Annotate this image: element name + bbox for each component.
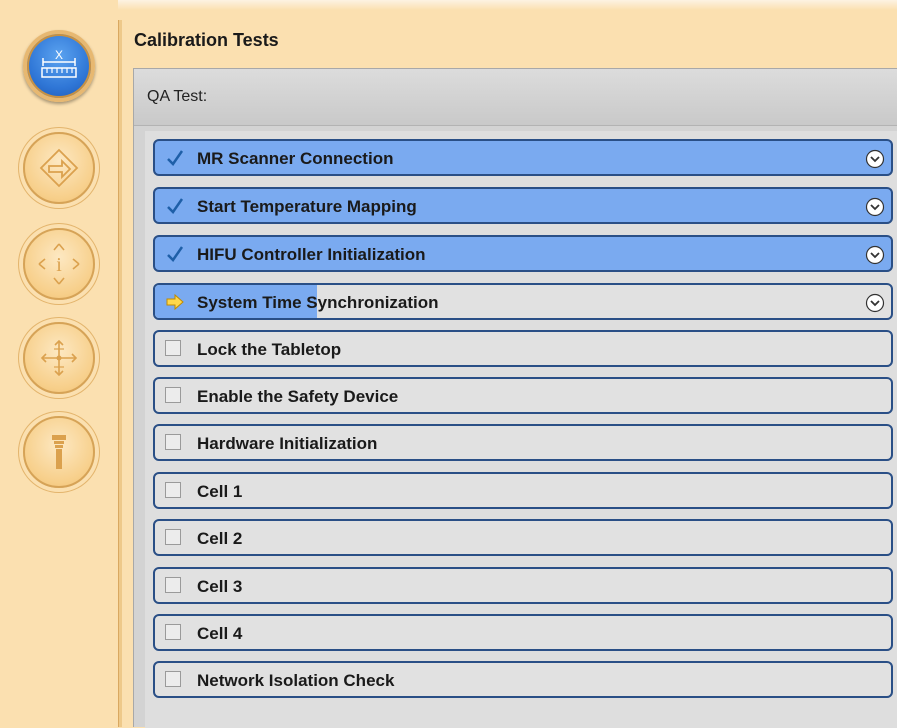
svg-text:X: X: [55, 48, 63, 62]
step-label: Cell 2: [197, 529, 243, 548]
checkbox-icon: [165, 482, 181, 498]
panel-header: QA Test:: [134, 69, 897, 126]
step-label: Enable the Safety Device: [197, 387, 399, 406]
left-rail: X i: [0, 0, 118, 727]
transducer-icon: [52, 435, 66, 469]
treatment-button[interactable]: [23, 132, 95, 204]
step-item[interactable]: Hardware Initialization: [153, 424, 893, 461]
step-label: MR Scanner Connection: [197, 149, 394, 168]
step-label: System Time Synchronization: [197, 293, 439, 312]
info-diamond-icon: i: [38, 243, 80, 285]
step-item[interactable]: Start Temperature Mapping: [153, 187, 893, 224]
arrow-diamond-icon: [39, 148, 79, 188]
crosshair-arrows-icon: [40, 339, 78, 377]
chevron-down-circle-icon[interactable]: [865, 293, 885, 313]
checkbox-icon: [165, 577, 181, 593]
step-item[interactable]: MR Scanner Connection: [153, 139, 893, 176]
ruler-x-icon: X: [41, 48, 77, 78]
step-item[interactable]: Network Isolation Check: [153, 661, 893, 698]
checkbox-icon: [165, 387, 181, 403]
step-item[interactable]: Cell 1: [153, 472, 893, 509]
step-label: HIFU Controller Initialization: [197, 245, 426, 264]
chevron-down-circle-icon[interactable]: [865, 245, 885, 265]
step-item[interactable]: HIFU Controller Initialization: [153, 235, 893, 272]
step-label: Cell 1: [197, 482, 243, 501]
rail-divider: [118, 20, 122, 727]
checkbox-icon: [165, 434, 181, 450]
chevron-down-circle-icon[interactable]: [865, 149, 885, 169]
checkmark-icon: [167, 198, 184, 214]
checkbox-icon: [165, 671, 181, 687]
step-label: Cell 4: [197, 624, 243, 643]
transducer-button[interactable]: [23, 416, 95, 488]
step-item[interactable]: Cell 4: [153, 614, 893, 651]
step-item[interactable]: Enable the Safety Device: [153, 377, 893, 414]
step-item[interactable]: Cell 3: [153, 567, 893, 604]
step-label: Lock the Tabletop: [197, 340, 342, 359]
step-label: Hardware Initialization: [197, 434, 378, 453]
positioning-button[interactable]: [23, 322, 95, 394]
step-item[interactable]: System Time Synchronization: [153, 283, 893, 320]
step-label: Network Isolation Check: [197, 671, 395, 690]
qa-test-panel: QA Test: MR Scanner Connection Start Tem…: [133, 68, 897, 728]
calibration-button[interactable]: X: [23, 30, 95, 102]
checkbox-icon: [165, 624, 181, 640]
svg-text:i: i: [56, 254, 62, 276]
step-label: Cell 3: [197, 577, 243, 596]
step-item[interactable]: Lock the Tabletop: [153, 330, 893, 367]
page-title: Calibration Tests: [134, 30, 279, 50]
panel-header-label: QA Test:: [147, 88, 208, 105]
arrow-right-icon: [166, 293, 184, 311]
checkmark-icon: [167, 246, 184, 262]
step-list: MR Scanner Connection Start Temperature …: [145, 131, 897, 728]
chevron-down-circle-icon[interactable]: [865, 197, 885, 217]
checkmark-icon: [167, 150, 184, 166]
top-strip: [0, 0, 897, 10]
step-item[interactable]: Cell 2: [153, 519, 893, 556]
info-button[interactable]: i: [23, 228, 95, 300]
checkbox-icon: [165, 529, 181, 545]
step-label: Start Temperature Mapping: [197, 197, 417, 216]
checkbox-icon: [165, 340, 181, 356]
